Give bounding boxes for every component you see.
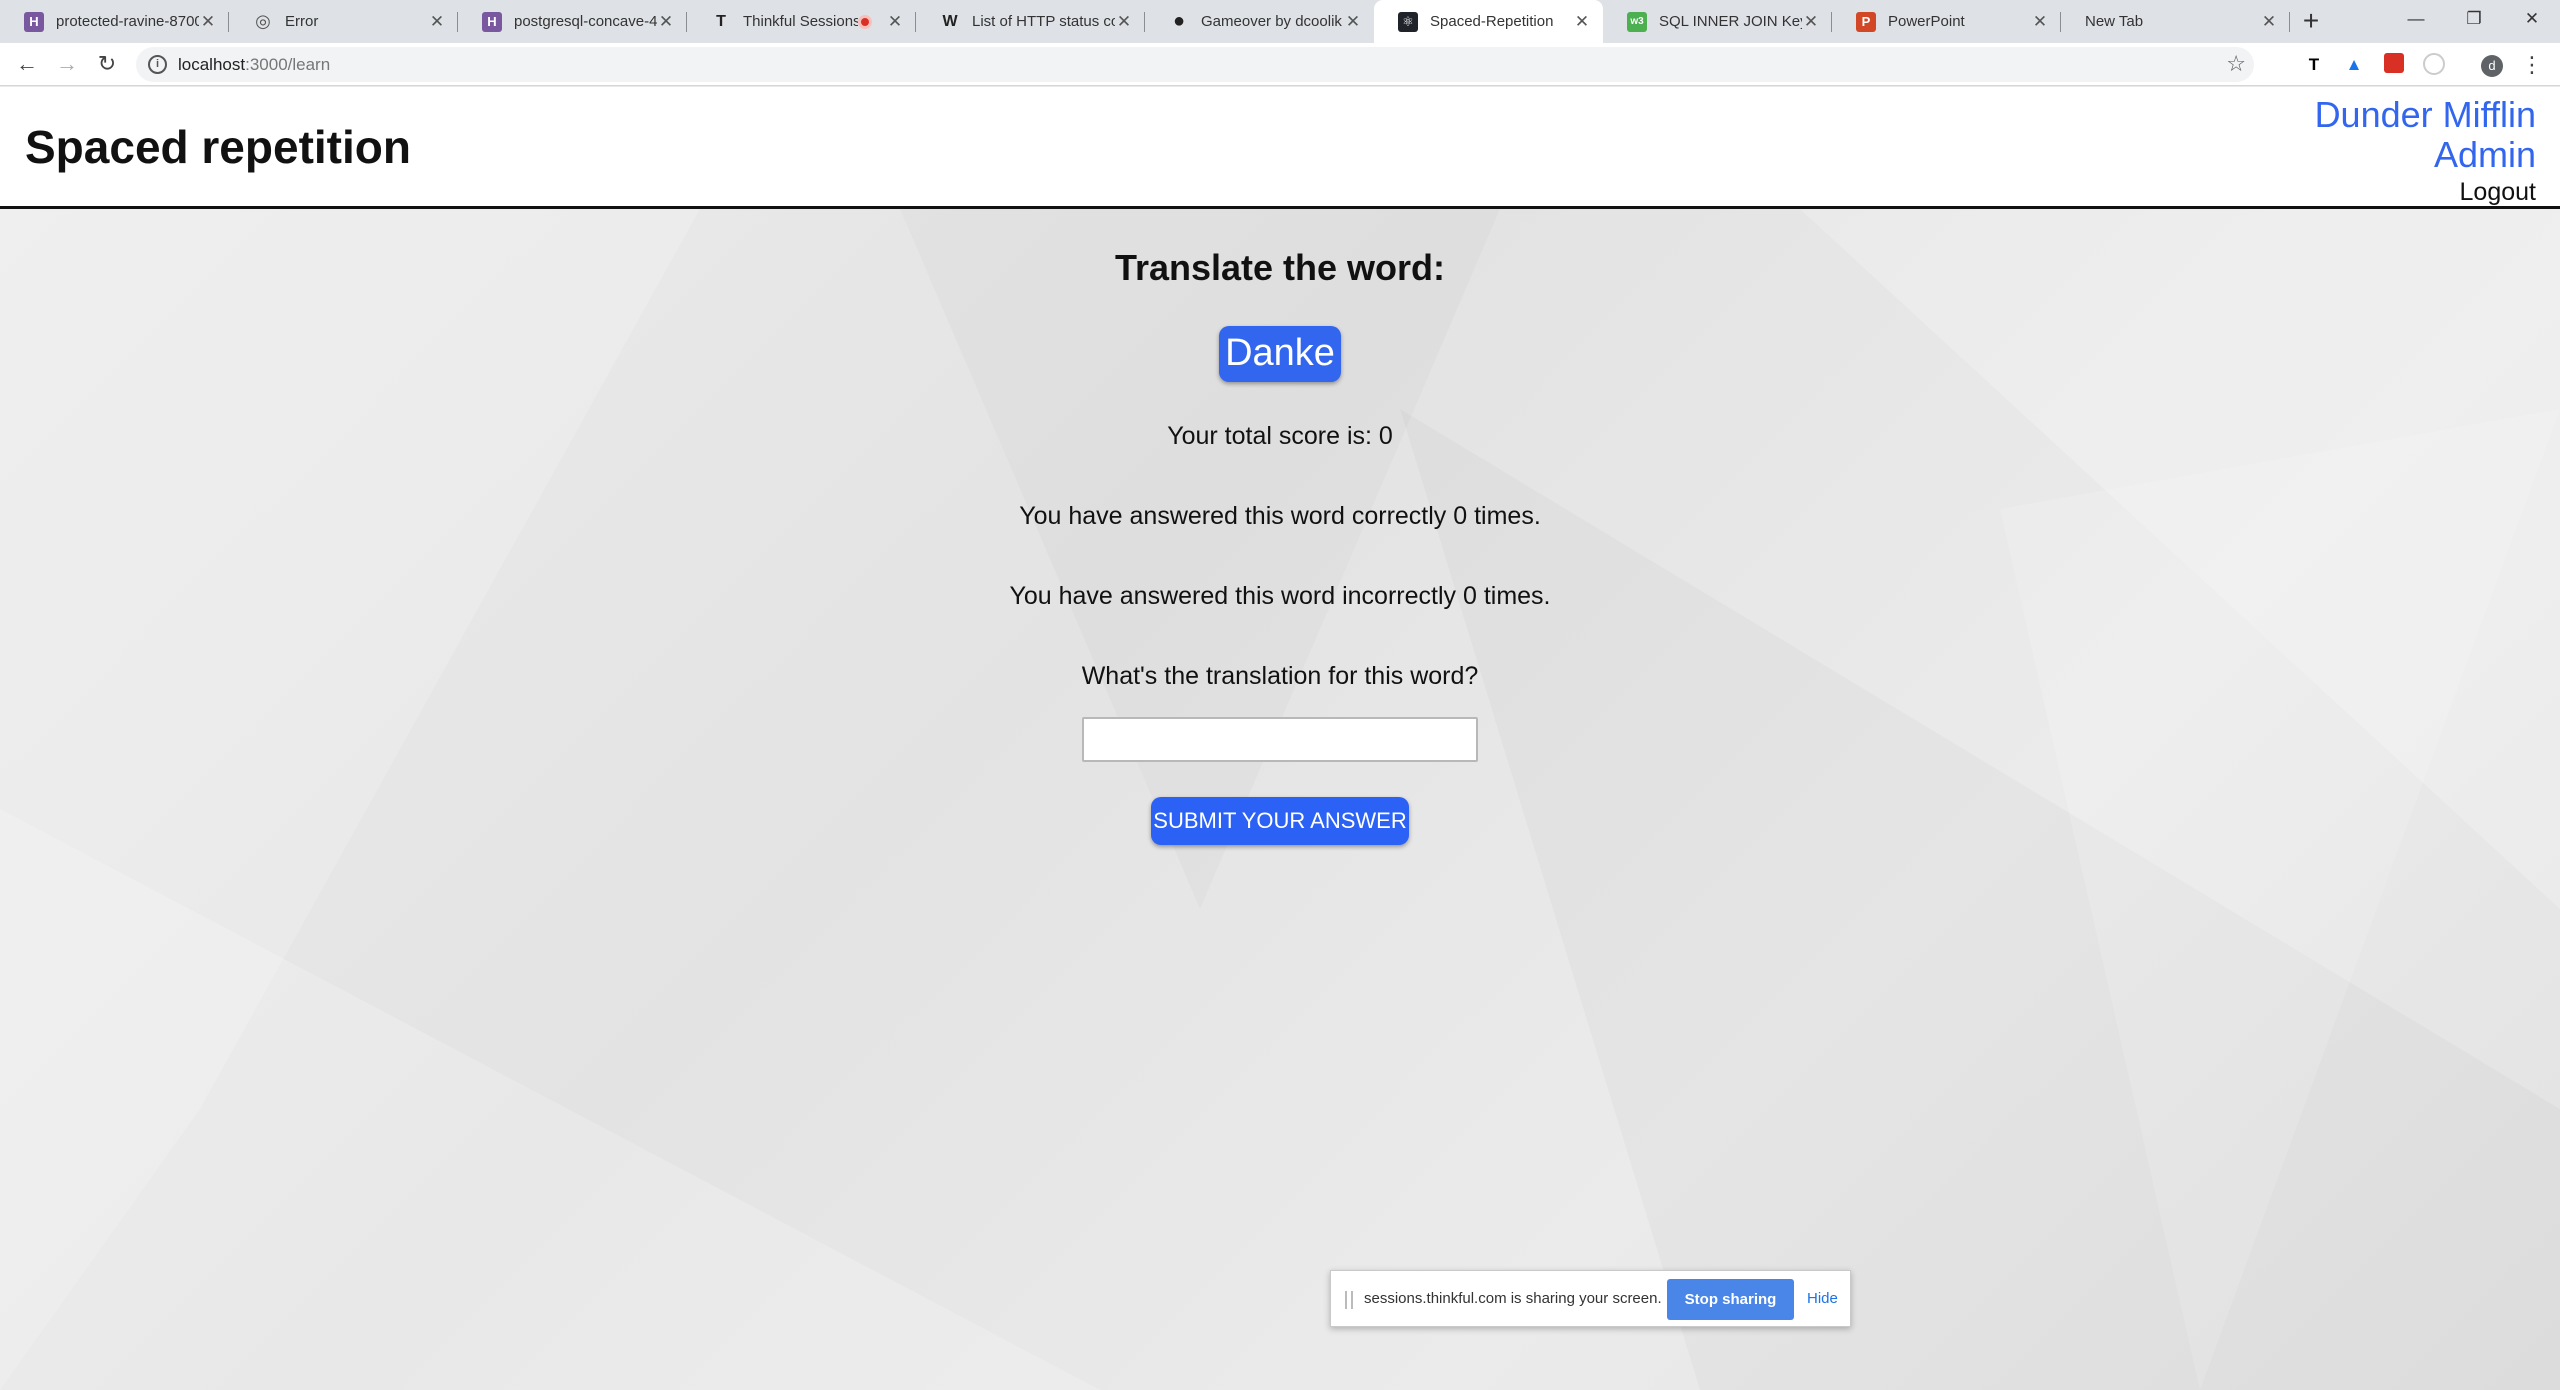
browser-tabstrip: Hprotected-ravine-8700 ✕ ◎ Error ✕ Hpostgresq…: [0, 0, 2560, 43]
powerpoint-icon: P: [1856, 11, 1876, 32]
browser-tab-title: Gameover by dcoolik: [1201, 13, 1342, 30]
browser-tab[interactable]: P PowerPoint ✕: [1832, 0, 2061, 43]
restore-button[interactable]: ❐: [2446, 4, 2502, 34]
translate-prompt: Translate the word:: [1114, 247, 1446, 288]
close-tab-icon[interactable]: ✕: [1115, 12, 1133, 32]
share-message: sessions.thinkful.com is sharing your sc…: [1364, 1290, 1662, 1307]
browser-tab-title: protected-ravine-8700: [56, 13, 199, 30]
user-nav: Dunder Mifflin Admin Logout: [2315, 95, 2536, 209]
address-url[interactable]: localhost:3000/learn: [178, 55, 330, 75]
browser-tab-title: PowerPoint: [1888, 13, 1965, 30]
close-tab-icon[interactable]: ✕: [657, 12, 675, 32]
profile-initial: d: [2481, 55, 2503, 77]
minimize-button[interactable]: —: [2388, 4, 2444, 34]
browser-tab-title: postgresql-concave-4: [514, 13, 657, 30]
github-icon: ●: [1172, 10, 1186, 32]
close-tab-icon[interactable]: ✕: [886, 12, 904, 32]
screen-share-bar: sessions.thinkful.com is sharing your sc…: [1330, 1270, 1851, 1327]
browser-tab[interactable]: ● Gameover by dcoolik ✕: [1145, 0, 1374, 43]
browser-tab[interactable]: W List of HTTP status co ✕: [916, 0, 1145, 43]
close-tab-icon[interactable]: ✕: [1573, 12, 1591, 32]
red-extension-icon[interactable]: [2382, 53, 2406, 77]
reload-icon[interactable]: ↻: [92, 49, 122, 79]
tab-separator: [2289, 12, 2290, 32]
drag-handle-icon[interactable]: [1345, 1291, 1353, 1309]
browser-tab-title: Thinkful Sessions: [743, 13, 858, 30]
close-tab-icon[interactable]: ✕: [1802, 12, 1820, 32]
thinkful-extension-icon[interactable]: T: [2302, 53, 2326, 77]
url-host: localhost: [178, 55, 246, 74]
w3schools-icon: w3: [1627, 11, 1647, 32]
browser-tab-title: New Tab: [2085, 13, 2144, 30]
profile-avatar[interactable]: d: [2480, 53, 2504, 77]
back-icon[interactable]: ←: [12, 49, 42, 79]
loading-extension-icon[interactable]: [2422, 53, 2446, 77]
heroku-icon: H: [24, 11, 44, 32]
close-tab-icon[interactable]: ✕: [2260, 12, 2278, 32]
close-window-button[interactable]: ✕: [2504, 4, 2560, 34]
browser-tab-title: Spaced-Repetition: [1430, 13, 1554, 30]
translation-question: What's the translation for this word?: [1081, 662, 1479, 690]
forward-icon[interactable]: →: [52, 49, 82, 79]
app-title: Spaced repetition: [25, 121, 411, 173]
browser-tab[interactable]: Hpostgresql-concave-4 ✕: [458, 0, 687, 43]
browser-tab[interactable]: T Thinkful Sessions ✕: [687, 0, 916, 43]
bookmark-star-icon[interactable]: ☆: [2226, 51, 2246, 77]
incorrect-count: You have answered this word incorrectly …: [1009, 582, 1551, 610]
address-bar[interactable]: i localhost:3000/learn ☆: [136, 47, 2254, 82]
correct-count: You have answered this word correctly 0 …: [1019, 502, 1541, 530]
heroku-icon: H: [482, 11, 502, 32]
browser-toolbar: ← → ↻ i localhost:3000/learn ☆ T ▲ d ⋮: [0, 43, 2560, 86]
app-header: Spaced repetition Dunder Mifflin Admin L…: [0, 87, 2560, 209]
browser-tab[interactable]: New Tab ✕: [2061, 0, 2290, 43]
site-info-icon[interactable]: i: [148, 55, 167, 74]
browser-tab[interactable]: ◎ Error ✕: [229, 0, 458, 43]
drive-extension-icon[interactable]: ▲: [2342, 53, 2366, 77]
answer-input[interactable]: [1082, 717, 1478, 762]
browser-tab-title: List of HTTP status co: [972, 13, 1115, 30]
thinkful-icon: T: [716, 12, 726, 30]
browser-tab[interactable]: w3 SQL INNER JOIN Keyw✕: [1603, 0, 1832, 43]
browser-tab-title: Error: [285, 13, 319, 30]
browser-tab-title: SQL INNER JOIN Keyw: [1659, 13, 1802, 30]
submit-answer-button[interactable]: SUBMIT YOUR ANSWER: [1151, 797, 1409, 845]
browser-menu-icon[interactable]: ⋮: [2520, 53, 2544, 77]
logout-link[interactable]: Logout: [2315, 175, 2536, 209]
current-word: Danke: [1219, 326, 1341, 382]
url-path: :3000/learn: [245, 55, 331, 74]
close-tab-icon[interactable]: ✕: [2031, 12, 2049, 32]
learn-page: Translate the word: Danke Your total sco…: [0, 209, 2560, 1390]
close-tab-icon[interactable]: ✕: [1344, 12, 1362, 32]
stop-sharing-button[interactable]: Stop sharing: [1667, 1279, 1794, 1320]
wikipedia-icon: W: [942, 12, 958, 30]
new-tab-button[interactable]: +: [2296, 6, 2326, 36]
globe-icon: ◎: [255, 11, 271, 31]
browser-tab[interactable]: ⚛ Spaced-Repetition ✕: [1374, 0, 1603, 43]
close-tab-icon[interactable]: ✕: [199, 12, 217, 32]
total-score: Your total score is: 0: [1167, 422, 1393, 450]
user-name-line2: Admin: [2433, 134, 2536, 175]
recording-indicator-icon: [858, 14, 872, 29]
browser-tab[interactable]: Hprotected-ravine-8700 ✕: [0, 0, 229, 43]
react-icon: ⚛: [1398, 11, 1418, 32]
user-name-line1: Dunder Mifflin: [2314, 94, 2536, 135]
close-tab-icon[interactable]: ✕: [428, 12, 446, 32]
hide-share-bar-link[interactable]: Hide: [1807, 1290, 1838, 1307]
